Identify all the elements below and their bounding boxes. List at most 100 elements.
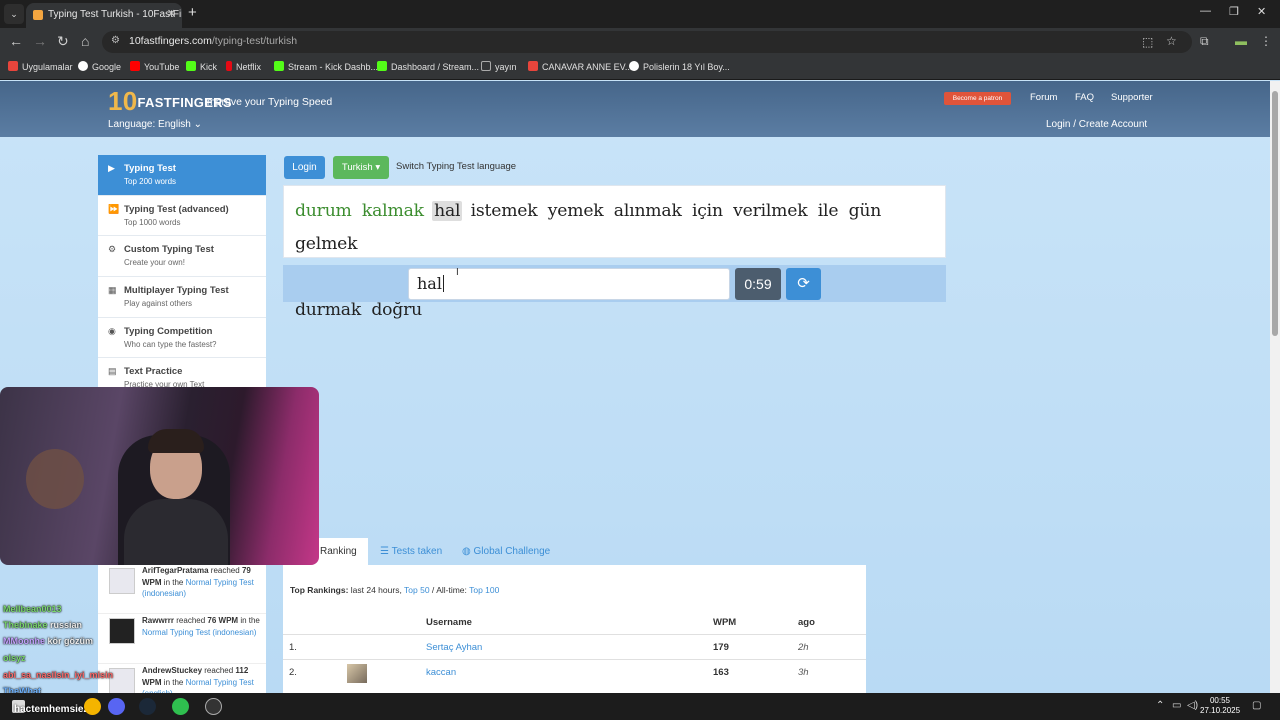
new-tab-icon[interactable]: + [188, 4, 197, 21]
patron-button[interactable]: Become a patron [944, 92, 1011, 105]
login-create-link[interactable]: Login / Create Account [1046, 119, 1147, 130]
scrollbar-thumb[interactable] [1272, 91, 1278, 336]
menu-icon[interactable]: ⋮ [1260, 34, 1272, 48]
dashboard-icon [377, 61, 387, 71]
nav-forum[interactable]: Forum [1030, 92, 1057, 103]
ranking-username[interactable]: Sertaç Ayhan [426, 642, 482, 653]
chat-user: abi_sa_nasilsin_iyi_misin [3, 670, 114, 680]
chat-user: hactemhemsiez [14, 704, 89, 715]
word: istemek [470, 201, 538, 221]
word: alınmak [613, 201, 682, 221]
volume-icon[interactable]: ◁) [1187, 700, 1198, 711]
word: ile [817, 201, 839, 221]
site-info-icon[interactable]: ⚙ [111, 35, 120, 46]
browser-toolbar: ← → ↻ ⌂ ⚙ 10fastfingers.com/typing-test/… [0, 28, 1280, 56]
steam-icon[interactable] [139, 698, 156, 715]
close-window-icon[interactable]: ✕ [1257, 5, 1266, 18]
sidebar-item-typing-test-advanced[interactable]: ⏩ Typing Test (advanced) Top 1000 words [98, 196, 266, 237]
address-bar[interactable]: ⚙ 10fastfingers.com/typing-test/turkish … [102, 31, 1192, 53]
chat-user: Thebinake [3, 620, 48, 630]
sidebar-item-custom-typing-test[interactable]: ⚙ Custom Typing Test Create your own! [98, 236, 266, 278]
address-url[interactable]: 10fastfingers.com/typing-test/turkish [129, 35, 297, 47]
bookmarks-bar: Uygulamalar Google YouTube Kick Netflix … [0, 56, 1280, 80]
list-item: ArifTegarPratama reached 79 WPM in the N… [98, 564, 266, 614]
tab-tests-taken[interactable]: ☰ Tests taken [370, 538, 452, 565]
table-row: 2. kaccan 163 3h [283, 659, 866, 684]
bookmark-item[interactable]: Uygulamalar [8, 61, 73, 72]
app-icon[interactable] [172, 698, 189, 715]
webcam-person-hair [148, 429, 204, 453]
test-link[interactable]: Normal Typing Test (indonesian) [142, 628, 256, 637]
bookmark-item[interactable]: Stream - Kick Dashb... [274, 61, 378, 72]
list-item: Rawwrrr reached 76 WPM in the Normal Typ… [98, 614, 266, 664]
word: hal [432, 201, 463, 221]
switch-language-label: Switch Typing Test language [396, 161, 517, 172]
browser-tab[interactable]: Typing Test Turkish - 10FastFing ✕ [26, 3, 182, 28]
forward-icon[interactable]: → [33, 33, 47, 49]
bookmark-item[interactable]: Netflix [226, 61, 261, 72]
chat-user: MMoonhe [3, 636, 45, 646]
bookmark-star-icon[interactable]: ☆ [1166, 34, 1177, 48]
site-tagline: Improve your Typing Speed [204, 96, 333, 108]
mouse-cursor-icon: I [456, 267, 459, 278]
ranking-username[interactable]: kaccan [426, 667, 456, 678]
kick-icon [186, 61, 196, 71]
chrome-icon[interactable] [84, 698, 101, 715]
reload-page-icon[interactable]: ↻ [57, 33, 69, 50]
language-dropdown-button[interactable]: Turkish ▾ [333, 156, 389, 179]
bookmark-item[interactable]: Kick [186, 61, 217, 72]
kick-icon [274, 61, 284, 71]
avatar [109, 568, 135, 594]
word: kalmak [361, 201, 424, 221]
chat-line: abi_sa_nasilsin_iyi_misin [3, 670, 113, 680]
chevron-up-icon[interactable]: ⌃ [1156, 700, 1164, 711]
notifications-icon[interactable]: ▢ [1252, 700, 1261, 711]
tab-close-icon[interactable]: ✕ [167, 3, 176, 26]
home-icon[interactable]: ⌂ [81, 33, 89, 49]
translate-icon[interactable]: ⬚ [1142, 35, 1153, 49]
webcam-teddy [26, 449, 84, 509]
bookmark-item[interactable]: Dashboard / Stream... [377, 61, 479, 72]
bookmark-item[interactable]: YouTube [130, 61, 179, 72]
tab-favicon-icon [33, 10, 43, 20]
webcam-overlay [0, 387, 319, 565]
page-scrollbar[interactable] [1270, 81, 1280, 693]
restore-icon[interactable]: ❐ [1229, 5, 1239, 18]
extensions-icon[interactable]: ⧉ [1200, 34, 1209, 49]
obs-icon[interactable] [205, 698, 222, 715]
minimize-icon[interactable]: — [1200, 5, 1211, 17]
table-row: 1. Sertaç Ayhan 179 2h [283, 634, 866, 659]
nav-faq[interactable]: FAQ [1075, 92, 1094, 103]
trophy-icon: ◉ [108, 325, 116, 336]
col-ago: ago [798, 617, 815, 628]
sidebar-item-typing-test[interactable]: ▶ Typing Test Top 200 words [98, 155, 266, 196]
language-select[interactable]: Language: English ⌄ [108, 119, 202, 130]
tab-global-challenge[interactable]: ◍ Global Challenge [452, 538, 560, 565]
tab-search-icon[interactable]: ⌄ [4, 4, 24, 24]
top50-link[interactable]: Top 50 [404, 585, 430, 595]
bookmark-item[interactable]: yayın [481, 61, 517, 72]
discord-icon[interactable] [108, 698, 125, 715]
word: durmak [295, 300, 362, 320]
words-display: durum kalmak hal istemek yemek alınmak i… [283, 185, 946, 320]
sidebar-item-multiplayer[interactable]: ▦ Multiplayer Typing Test Play against o… [98, 277, 266, 318]
login-button[interactable]: Login [284, 156, 325, 179]
sidebar-item-competition[interactable]: ◉ Typing Competition Who can type the fa… [98, 318, 266, 359]
top100-link[interactable]: Top 100 [469, 585, 499, 595]
fast-forward-icon: ⏩ [108, 203, 120, 214]
profile-icon[interactable]: ▬ [1235, 34, 1247, 48]
col-wpm: WPM [713, 617, 737, 628]
nav-supporter[interactable]: Supporter [1111, 92, 1153, 103]
bookmark-item[interactable]: Polislerin 18 Yıl Boy... [629, 61, 730, 72]
chat-line: MMoonhe kör gözüm [3, 636, 94, 646]
taskbar-clock[interactable]: 00:55 27.10.2025 [1200, 696, 1240, 716]
back-icon[interactable]: ← [9, 33, 23, 49]
grid-icon: ▦ [108, 285, 117, 296]
restart-button[interactable]: ⟳ [786, 268, 821, 300]
network-icon[interactable]: ▭ [1172, 700, 1181, 711]
bookmark-item[interactable]: CANAVAR ANNE EV... [528, 61, 632, 72]
chat-line: Thebinake russian [3, 620, 83, 630]
netflix-icon [226, 61, 232, 71]
bookmark-item[interactable]: Google [78, 61, 121, 72]
chat-line: Mellbean0013 [3, 604, 62, 614]
